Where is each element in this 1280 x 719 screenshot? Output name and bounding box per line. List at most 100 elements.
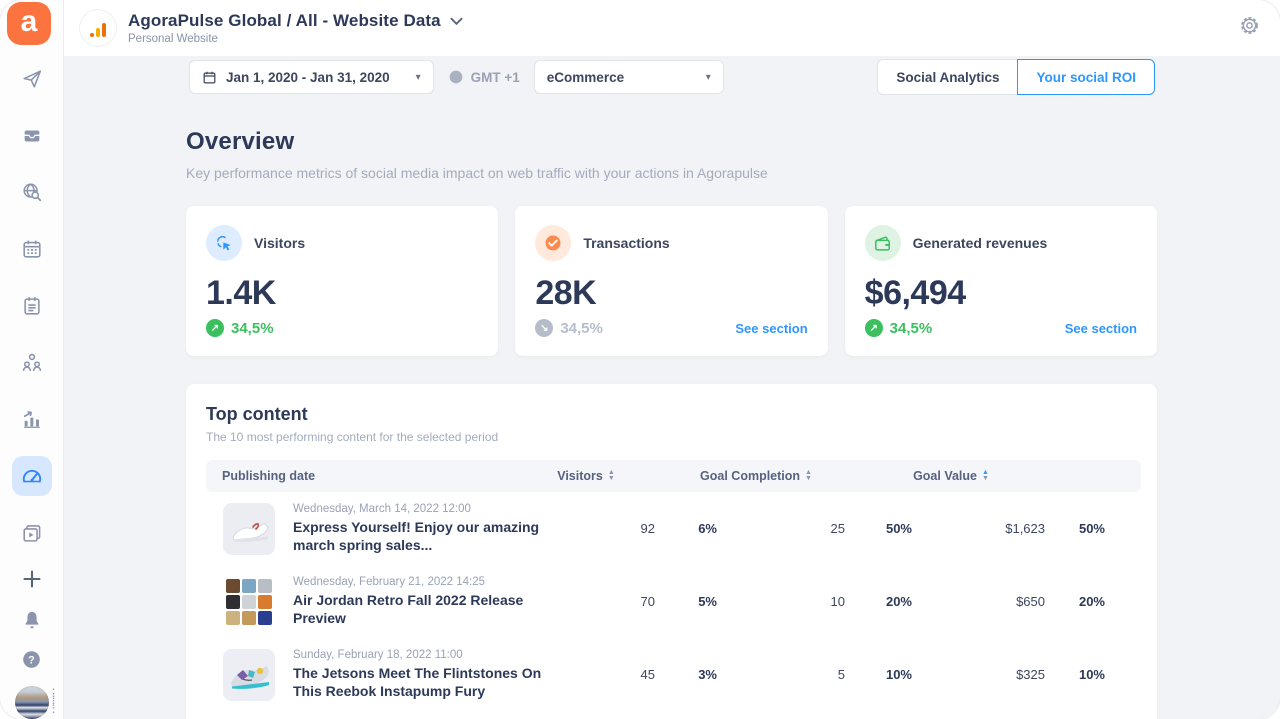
goal-completion-count: 10 — [830, 594, 845, 609]
post-date: Wednesday, February 21, 2022 14:25 — [293, 575, 486, 588]
goal-value-pct: 10% — [1078, 667, 1105, 682]
top-content-card: Top content The 10 most performing conte… — [186, 384, 1157, 719]
notes-icon[interactable] — [20, 294, 44, 318]
wallet-icon — [864, 225, 901, 261]
add-icon[interactable] — [20, 567, 44, 591]
overview-subtitle: Key performance metrics of social media … — [186, 165, 768, 181]
segment-selected-value: eCommerce — [546, 69, 625, 85]
revenues-trend-value: 34,5% — [889, 319, 933, 337]
revenues-label: Generated revenues — [912, 235, 1048, 251]
agorapulse-logo[interactable]: a — [7, 2, 51, 46]
library-icon[interactable] — [20, 522, 44, 546]
transactions-trend: ↘ 34,5% — [535, 319, 603, 337]
content-area: Overview Key performance metrics of soci… — [64, 98, 1280, 719]
visitors-trend-value: 34,5% — [231, 319, 274, 337]
goal-completion-pct: 50% — [885, 521, 912, 536]
visitors-label: Visitors — [254, 235, 306, 251]
visitors-pct: 3% — [698, 667, 717, 682]
user-avatar[interactable] — [14, 685, 49, 719]
col-publishing-date: Publishing date — [222, 469, 316, 483]
table-row[interactable]: Sunday, February 18, 2022 11:00 The Jets… — [206, 638, 1141, 711]
goal-completion-count: 25 — [830, 521, 845, 536]
roi-dashboard-active-item[interactable] — [11, 456, 52, 496]
post-date: Sunday, February 18, 2022 11:00 — [293, 648, 463, 661]
goal-value-amount: $325 — [1016, 667, 1045, 682]
goal-completion-pct: 20% — [885, 594, 912, 609]
sort-icon: ▲ ▼ — [607, 469, 615, 482]
caret-down-icon: ▾ — [705, 71, 711, 83]
date-range-picker[interactable]: Jan 1, 2020 - Jan 31, 2020 ▾ — [189, 60, 434, 94]
goal-value-pct: 20% — [1078, 594, 1105, 609]
page-subtitle: Personal Website — [128, 33, 218, 45]
revenues-value: $6,494 — [864, 274, 967, 312]
transactions-value: 28K — [535, 274, 597, 312]
table-header: Publishing date Visitors ▲ ▼ Goal Complet… — [206, 460, 1141, 492]
trend-up-icon: ↗ — [206, 319, 224, 337]
segment-select[interactable]: eCommerce ▾ — [533, 60, 724, 94]
goal-value-amount: $1,623 — [1005, 521, 1045, 536]
reports-icon[interactable] — [20, 407, 44, 431]
revenues-card: Generated revenues $6,494 ↗ 34,5% See se… — [844, 206, 1157, 356]
visitors-pct: 6% — [698, 521, 717, 536]
post-title: The Jetsons Meet The Flintstones On This… — [293, 664, 542, 699]
publish-icon[interactable] — [20, 67, 44, 91]
cursor-click-icon — [206, 225, 242, 261]
visitors-trend: ↗ 34,5% — [206, 319, 274, 337]
goal-completion-pct: 10% — [885, 667, 912, 682]
notifications-icon[interactable] — [20, 608, 44, 632]
social-roi-tab[interactable]: Your social ROI — [1017, 59, 1155, 95]
post-thumbnail — [223, 575, 275, 628]
timezone-indicator: GMT +1 — [448, 69, 520, 85]
caret-down-icon: ▾ — [415, 71, 421, 83]
app-window: a ? ⋮ ⋮ ⋮ AgoraPulse Global / All - Webs… — [0, 0, 1280, 719]
main-area: AgoraPulse Global / All - Website Data P… — [64, 0, 1280, 719]
svg-text:?: ? — [28, 655, 35, 667]
table-row[interactable]: Wednesday, February 21, 2022 14:25 Air J… — [206, 565, 1141, 638]
goal-value-amount: $650 — [1016, 594, 1045, 609]
inbox-icon[interactable] — [20, 124, 44, 148]
community-icon[interactable] — [20, 350, 44, 374]
transactions-see-section-link[interactable]: See section — [735, 321, 807, 336]
col-goal-value[interactable]: Goal Value ▲ ▼ — [851, 469, 1051, 483]
visitors-count: 70 — [640, 594, 655, 609]
calendar-icon[interactable] — [20, 237, 44, 261]
top-content-title: Top content — [206, 404, 308, 424]
metric-cards: Visitors 1.4K ↗ 34,5% Transactions 28K ↘… — [186, 206, 1157, 356]
listening-icon[interactable] — [20, 181, 44, 205]
sort-icon: ▲ ▼ — [981, 469, 989, 482]
goal-value-pct: 50% — [1078, 521, 1105, 536]
goal-completion-count: 5 — [837, 667, 845, 682]
col-visitors[interactable]: Visitors ▲ ▼ — [511, 469, 661, 483]
visitors-value: 1.4K — [206, 274, 276, 312]
revenues-see-section-link[interactable]: See section — [1065, 321, 1137, 336]
google-analytics-icon — [80, 10, 116, 46]
post-thumbnail — [223, 502, 275, 555]
transactions-label: Transactions — [583, 235, 670, 251]
col-goal-completion[interactable]: Goal Completion ▲ ▼ — [661, 469, 851, 483]
filters-toolbar: Jan 1, 2020 - Jan 31, 2020 ▾ GMT +1 eCom… — [64, 56, 1280, 98]
post-title: Air Jordan Retro Fall 2022 Release Previ… — [293, 591, 524, 626]
table-row[interactable]: Wednesday, March 14, 2022 12:00 Express … — [206, 492, 1141, 565]
trend-up-icon: ↗ — [864, 319, 883, 337]
post-date: Wednesday, March 14, 2022 12:00 — [293, 502, 471, 515]
view-switcher: Social Analytics Your social ROI — [877, 59, 1155, 95]
overview-title: Overview — [186, 128, 295, 155]
timezone-label: GMT +1 — [470, 69, 520, 85]
sidebar: a ? ⋮ ⋮ ⋮ — [0, 0, 64, 719]
transactions-trend-value: 34,5% — [560, 319, 603, 337]
help-icon[interactable]: ? — [20, 648, 44, 672]
check-circle-icon — [535, 225, 572, 261]
social-analytics-tab[interactable]: Social Analytics — [877, 59, 1019, 95]
date-range-value: Jan 1, 2020 - Jan 31, 2020 — [226, 69, 390, 85]
post-title: Express Yourself! Enjoy our amazing marc… — [293, 518, 540, 553]
chevron-down-icon[interactable] — [450, 13, 463, 31]
page-title: AgoraPulse Global / All - Website Data — [128, 11, 441, 30]
post-thumbnail — [223, 648, 275, 701]
trend-down-icon: ↘ — [535, 319, 554, 337]
top-content-subtitle: The 10 most performing content for the s… — [206, 430, 499, 444]
visitors-count: 45 — [640, 667, 655, 682]
calendar-small-icon — [202, 70, 217, 85]
kebab-menu-icon[interactable]: ⋮ ⋮ ⋮ — [47, 686, 60, 714]
settings-gear-icon[interactable] — [1239, 15, 1260, 41]
visitors-count: 92 — [640, 521, 655, 536]
